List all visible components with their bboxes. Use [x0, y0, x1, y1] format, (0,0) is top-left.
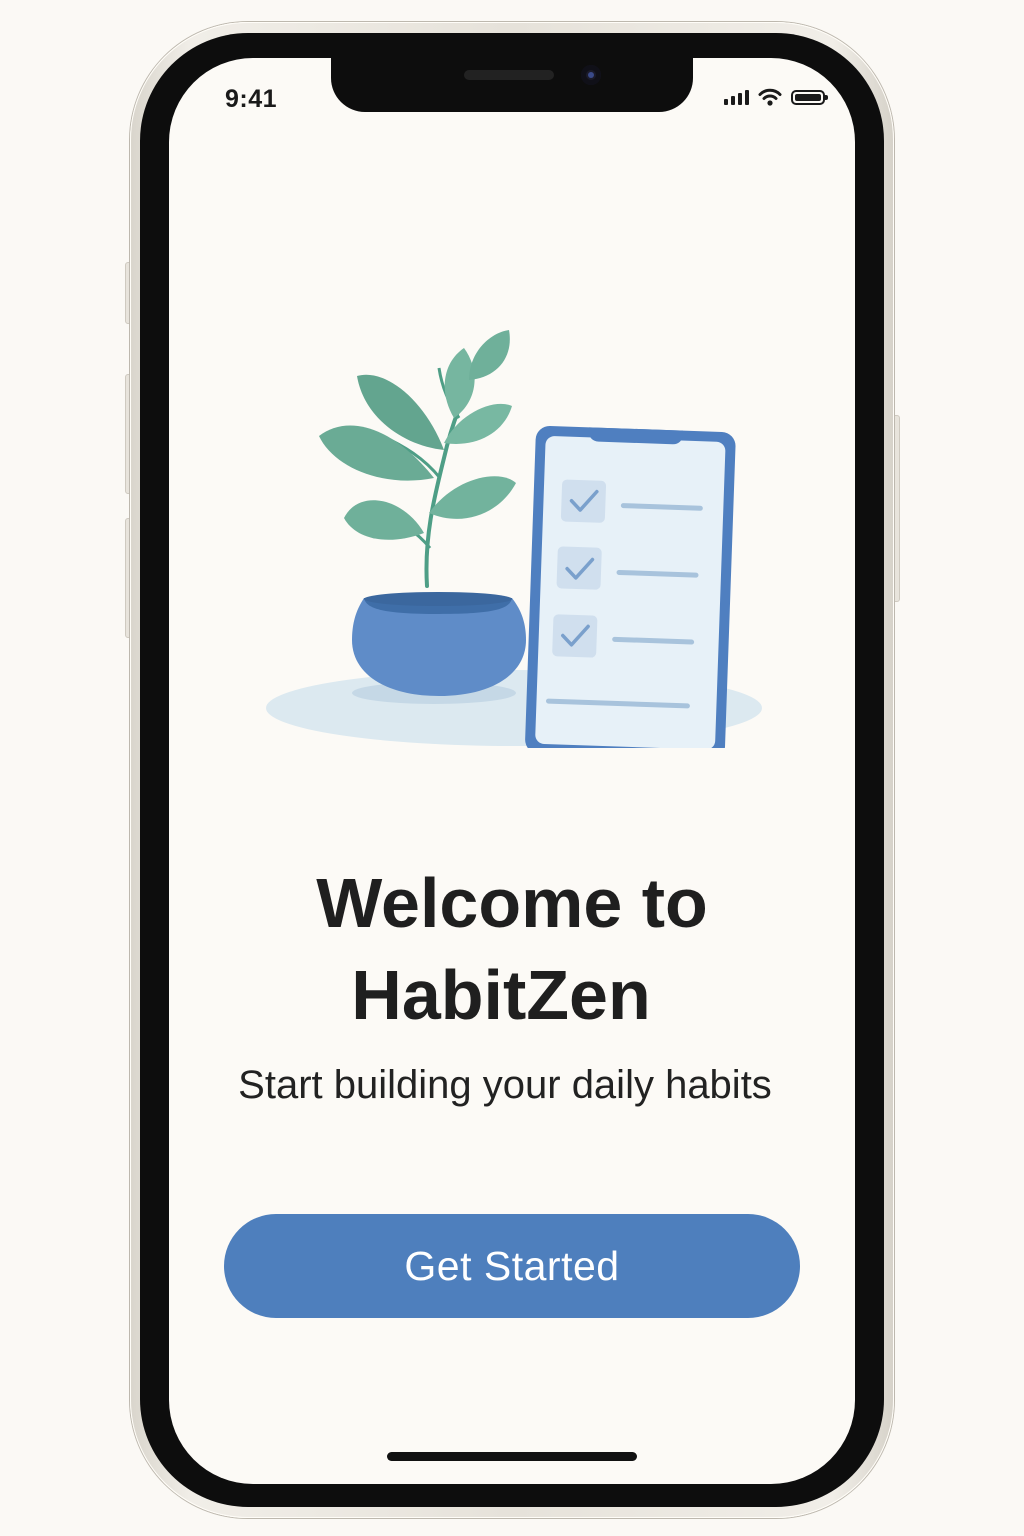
checkbox-3 [552, 614, 598, 658]
get-started-button[interactable]: Get Started [224, 1214, 800, 1318]
checkbox-2 [556, 546, 602, 590]
status-time: 9:41 [225, 85, 278, 113]
welcome-subtitle: Start building your daily habits [238, 1063, 772, 1107]
plant-icon [319, 330, 516, 588]
camera-icon [581, 65, 601, 85]
signal-icon [724, 89, 749, 105]
app-screen: 9:41 Welcome to HabitZen Start building … [169, 58, 855, 1484]
wifi-icon [758, 88, 782, 106]
notch [331, 58, 693, 112]
pot-icon [352, 592, 526, 696]
battery-icon [791, 89, 828, 105]
welcome-title: Welcome to HabitZen [169, 857, 855, 1041]
title-line-2: HabitZen [351, 955, 651, 1034]
status-icons [724, 88, 828, 106]
home-indicator[interactable] [387, 1452, 637, 1461]
phone-checklist-icon [525, 425, 736, 748]
welcome-illustration [266, 330, 762, 748]
checkbox-1 [560, 479, 607, 523]
device-mockup: 9:41 Welcome to HabitZen Start building … [0, 0, 1024, 1536]
speaker-grille [464, 70, 554, 80]
title-line-1: Welcome to [316, 863, 708, 942]
